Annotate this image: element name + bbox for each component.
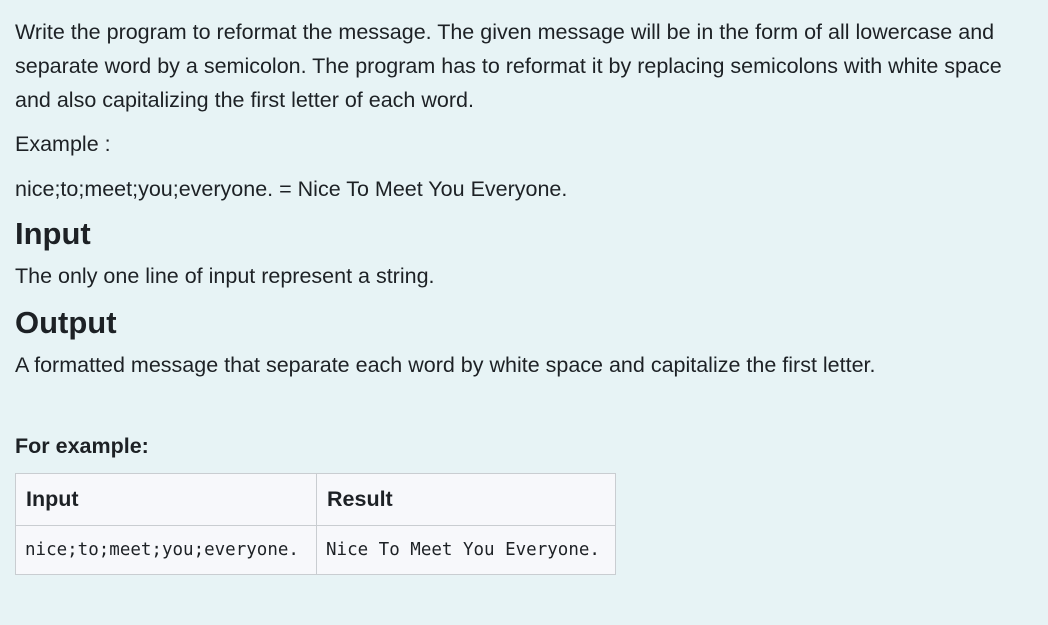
cell-input: nice;to;meet;you;everyone.: [15, 525, 317, 575]
example-line: nice;to;meet;you;everyone. = Nice To Mee…: [15, 177, 568, 201]
output-heading: Output: [15, 305, 117, 340]
output-description: A formatted message that separate each w…: [15, 353, 876, 377]
question-text: Write the program to reformat the messag…: [0, 0, 1048, 575]
input-description: The only one line of input represent a s…: [15, 264, 435, 288]
table-header-row: Input Result: [15, 473, 616, 526]
input-heading: Input: [15, 216, 91, 251]
column-header-result: Result: [316, 473, 616, 526]
table-row: nice;to;meet;you;everyone. Nice To Meet …: [15, 525, 616, 575]
examples-table: Input Result nice;to;meet;you;everyone. …: [15, 473, 616, 575]
problem-description: Write the program to reformat the messag…: [15, 20, 1002, 112]
for-example-label: For example:: [15, 434, 149, 458]
cell-result: Nice To Meet You Everyone.: [316, 525, 616, 575]
column-header-input: Input: [15, 473, 317, 526]
example-label: Example :: [15, 132, 111, 156]
